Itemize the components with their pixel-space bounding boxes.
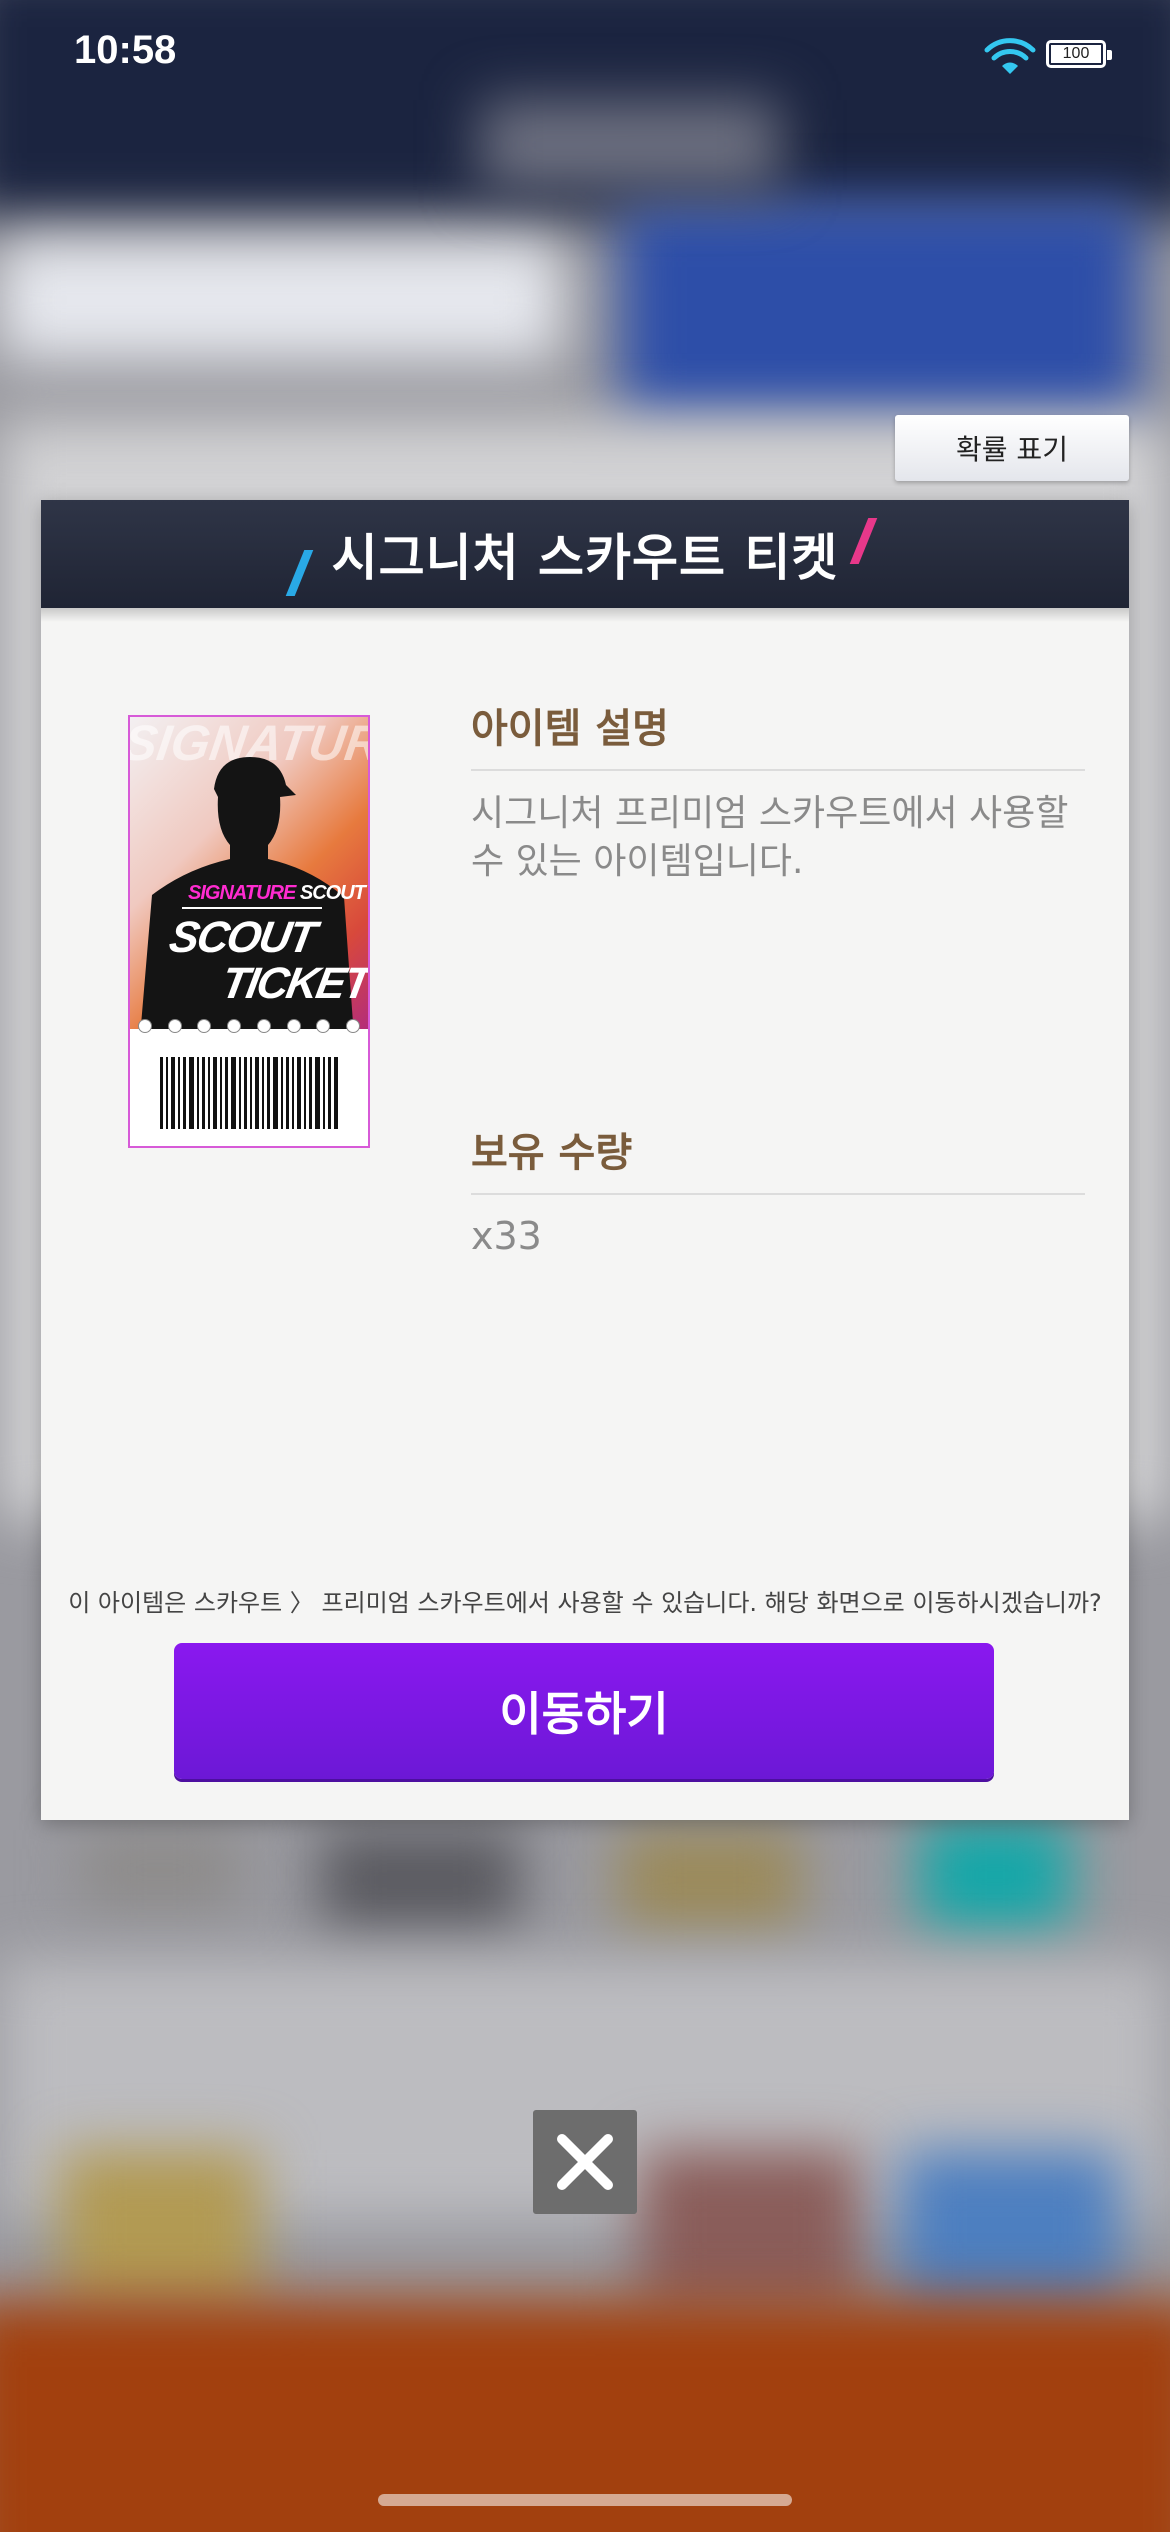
- battery-icon: 100: [1046, 40, 1112, 68]
- signature-scout-label: SIGNATURE SCOUT: [188, 882, 366, 904]
- ticket-scout-word: SCOUT: [165, 913, 319, 962]
- ticket-perforation: [130, 1019, 368, 1035]
- scout-ticket-image: SIGNATURE SIGNATURE SCOUT SCOUT TICKET: [128, 715, 370, 1148]
- description-title: 아이템 설명: [471, 706, 669, 752]
- close-icon: [557, 2134, 613, 2190]
- ticket-rule: [182, 907, 322, 909]
- item-description: 시그니처 프리미엄 스카우트에서 사용할 수 있는 아이템입니다.: [471, 793, 1069, 882]
- barcode-icon: [160, 1057, 338, 1129]
- quantity-title: 보유 수량: [471, 1130, 633, 1176]
- home-indicator[interactable]: [378, 2494, 792, 2506]
- close-button[interactable]: [533, 2110, 637, 2214]
- dialog-title: 시그니처 스카우트 티켓: [331, 529, 839, 587]
- quantity-divider: [471, 1193, 1085, 1195]
- item-dialog: 시그니처 스카우트 티켓 SIGNATURE SIGNATURE SCOUT S…: [41, 500, 1129, 1820]
- move-button[interactable]: 이동하기: [174, 1643, 994, 1779]
- ticket-artwork: SIGNATURE SIGNATURE SCOUT SCOUT TICKET: [130, 717, 368, 1029]
- pink-slash-decoration: [849, 518, 878, 564]
- blue-slash-decoration: [285, 550, 314, 596]
- wifi-icon: [984, 38, 1036, 74]
- status-time: 10:58: [74, 28, 177, 72]
- item-quantity: x33: [471, 1214, 542, 1258]
- battery-level: 100: [1051, 45, 1101, 63]
- header-shadow: [41, 608, 1129, 622]
- dialog-header: 시그니처 스카우트 티켓: [41, 500, 1129, 608]
- move-notice: 이 아이템은 스카우트 〉 프리미엄 스카우트에서 사용할 수 있습니다. 해당…: [68, 1589, 1102, 1617]
- status-bar: 10:58 100: [0, 0, 1170, 110]
- description-divider: [471, 769, 1085, 771]
- ticket-ticket-word: TICKET: [217, 959, 368, 1008]
- probability-button[interactable]: 확률 표기: [895, 415, 1129, 481]
